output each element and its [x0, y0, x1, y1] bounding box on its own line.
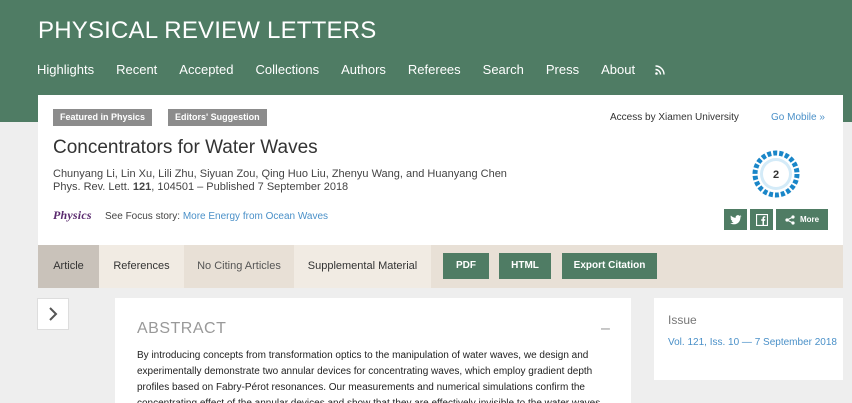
tab-supplemental-material[interactable]: Supplemental Material [294, 245, 431, 288]
share-icon [785, 214, 795, 225]
issue-panel: Issue Vol. 121, Iss. 10 — 7 September 20… [654, 298, 843, 380]
go-mobile-link[interactable]: Go Mobile » [771, 112, 825, 123]
expand-sidebar-button[interactable] [37, 298, 69, 330]
more-share-button[interactable]: More [776, 209, 828, 230]
nav-press[interactable]: Press [546, 62, 579, 77]
focus-story: See Focus story: More Energy from Ocean … [105, 211, 328, 222]
tab-article[interactable]: Article [38, 245, 99, 288]
citation-details: , 104501 – Published 7 September 2018 [151, 181, 349, 193]
chevron-right-icon [49, 307, 58, 321]
rss-icon[interactable] [655, 64, 665, 75]
nav-referees[interactable]: Referees [408, 62, 461, 77]
site-title[interactable]: PHYSICAL REVIEW LETTERS [38, 17, 376, 45]
facebook-share-button[interactable] [750, 209, 773, 230]
citation-line: Phys. Rev. Lett. 121, 104501 – Published… [53, 181, 348, 193]
nav-collections[interactable]: Collections [256, 62, 320, 77]
tab-references[interactable]: References [99, 245, 184, 288]
pdf-button[interactable]: PDF [443, 253, 489, 279]
focus-prefix: See Focus story: [105, 211, 183, 222]
author-list[interactable]: Chunyang Li, Lin Xu, Lili Zhu, Siyuan Zo… [53, 168, 507, 180]
featured-in-physics-badge[interactable]: Featured in Physics [53, 109, 153, 126]
facebook-icon [755, 213, 768, 226]
physics-logo[interactable]: Physics [53, 208, 92, 223]
nav-highlights[interactable]: Highlights [37, 62, 94, 77]
html-button[interactable]: HTML [499, 253, 551, 279]
collapse-abstract-button[interactable]: – [601, 320, 610, 338]
abstract-panel: ABSTRACT – By introducing concepts from … [115, 298, 631, 403]
access-info: Access by Xiamen University [610, 112, 739, 123]
article-tabbar: Article References No Citing Articles Su… [38, 245, 843, 288]
twitter-share-button[interactable] [724, 209, 747, 230]
abstract-text: By introducing concepts from transformat… [137, 350, 603, 403]
nav-about[interactable]: About [601, 62, 635, 77]
more-label: More [799, 215, 820, 224]
main-nav: Highlights Recent Accepted Collections A… [37, 62, 665, 77]
nav-search[interactable]: Search [483, 62, 524, 77]
altmetric-score: 2 [773, 169, 779, 181]
altmetric-badge[interactable]: 2 [752, 150, 800, 198]
citation-journal: Phys. Rev. Lett. [53, 181, 133, 193]
article-header-card: Featured in Physics Editors' Suggestion … [38, 95, 843, 245]
citation-volume: 121 [132, 181, 152, 193]
export-citation-button[interactable]: Export Citation [562, 253, 657, 279]
article-title: Concentrators for Water Waves [53, 137, 318, 158]
editors-suggestion-badge[interactable]: Editors' Suggestion [168, 109, 267, 126]
issue-heading: Issue [668, 313, 697, 327]
issue-link[interactable]: Vol. 121, Iss. 10 — 7 September 2018 [668, 335, 838, 351]
abstract-heading: ABSTRACT [137, 320, 227, 337]
tab-no-citing-articles: No Citing Articles [184, 245, 294, 288]
twitter-icon [729, 214, 741, 224]
nav-accepted[interactable]: Accepted [179, 62, 233, 77]
nav-recent[interactable]: Recent [116, 62, 157, 77]
focus-story-link[interactable]: More Energy from Ocean Waves [183, 211, 328, 222]
nav-authors[interactable]: Authors [341, 62, 386, 77]
